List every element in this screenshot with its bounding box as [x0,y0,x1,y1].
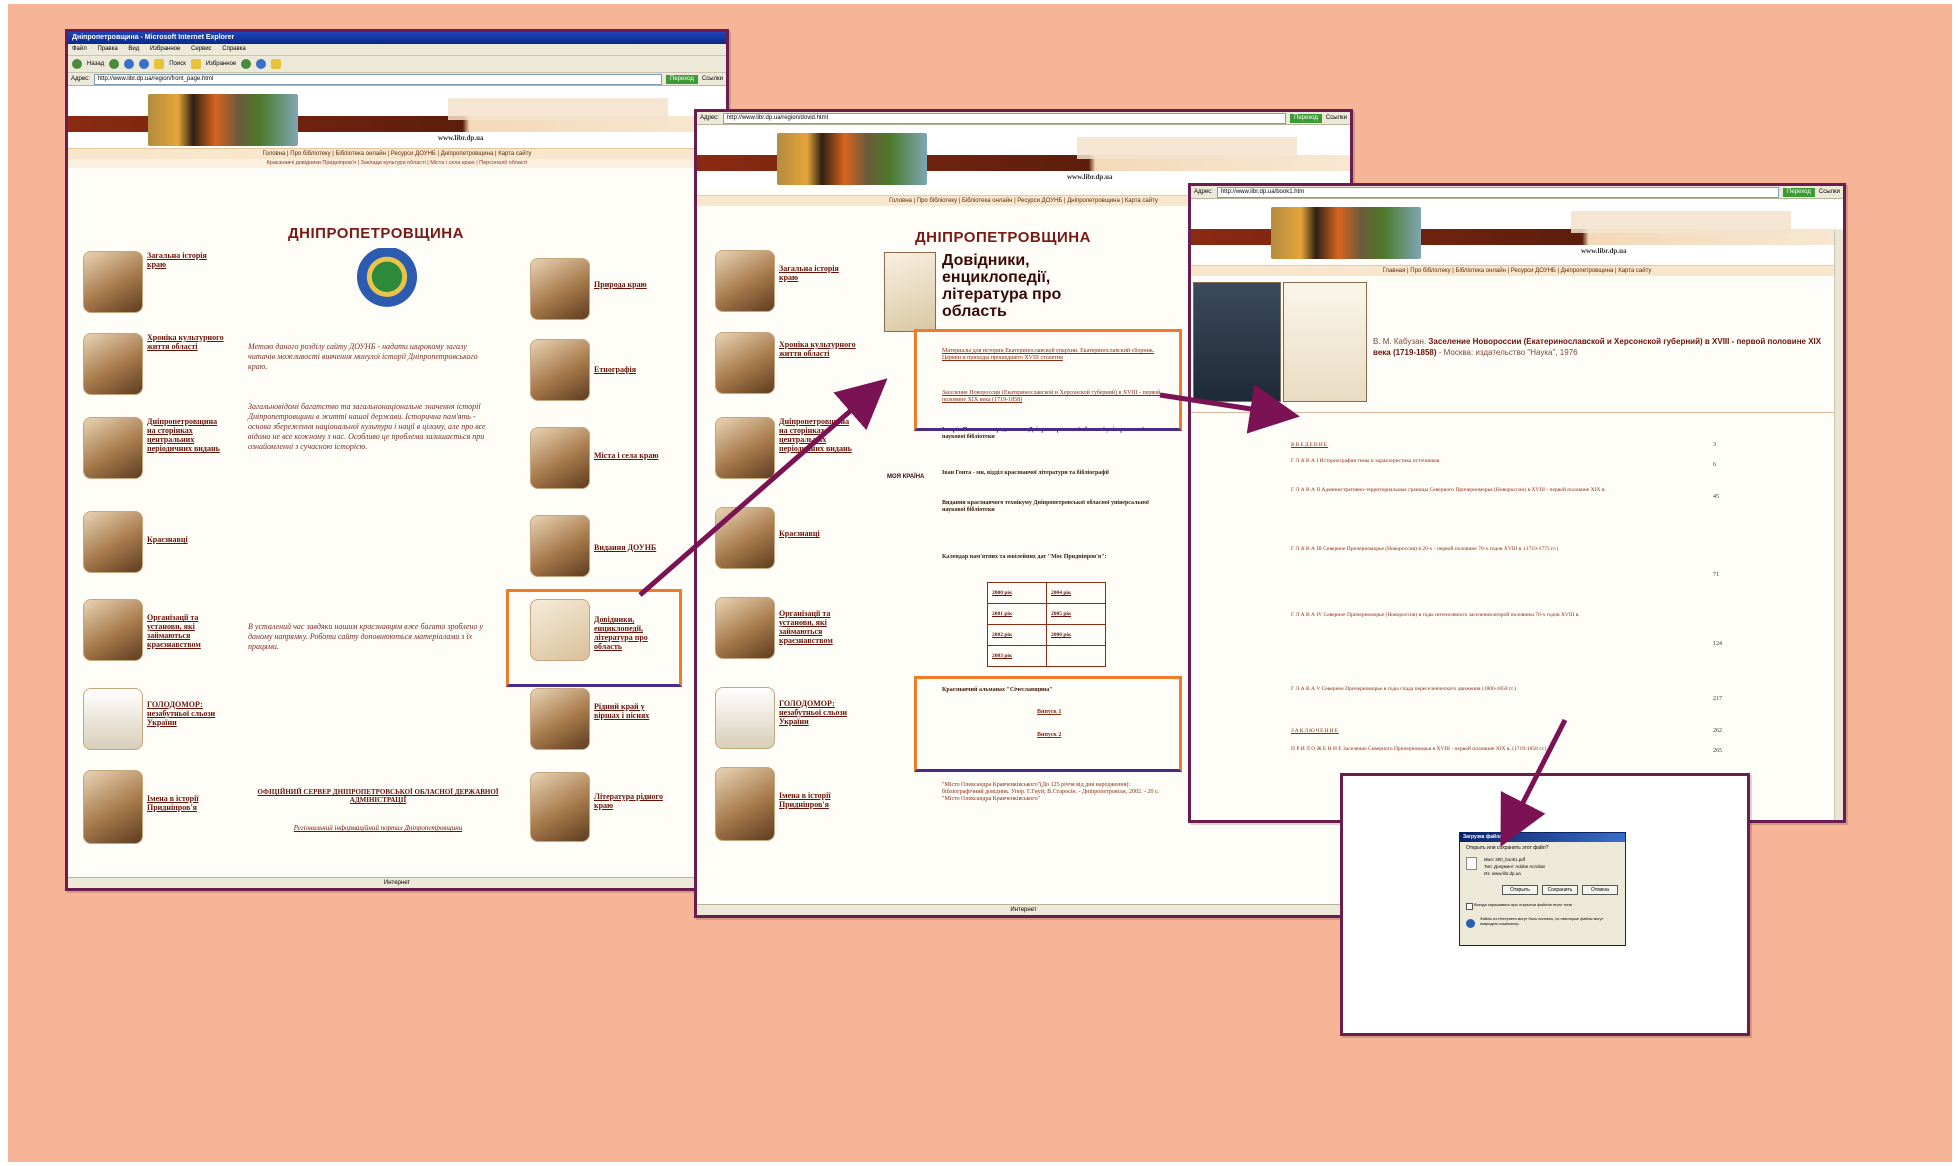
arrow-to-references-page [638,378,888,597]
arrow-to-book-page [1159,384,1300,434]
annotation-arrows [638,378,1568,847]
arrow-to-download-dialog [1500,718,1568,847]
